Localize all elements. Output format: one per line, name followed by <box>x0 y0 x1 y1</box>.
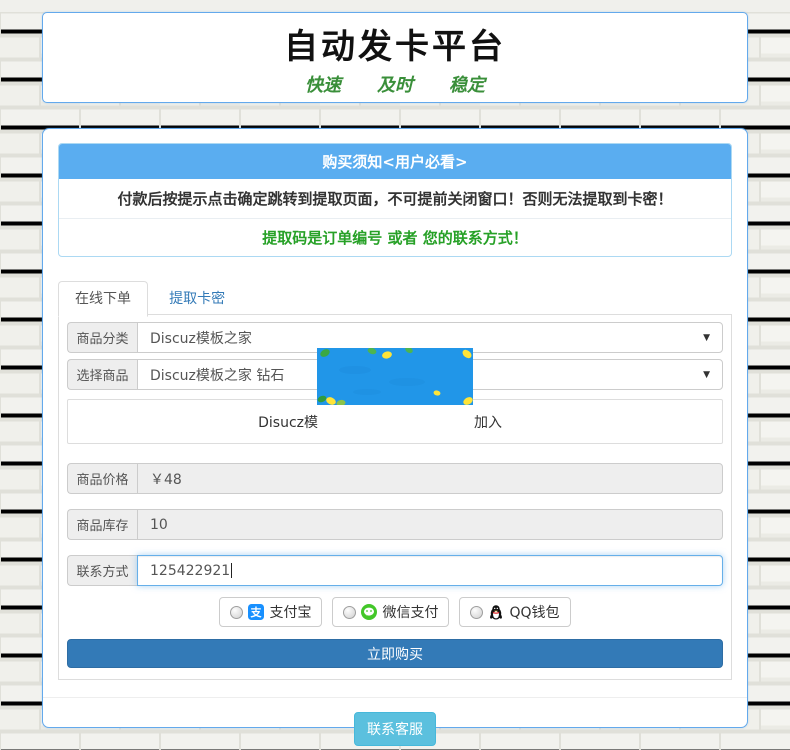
price-row: 商品价格 ￥48 <box>67 463 723 494</box>
text-cursor <box>231 563 232 578</box>
alipay-radio[interactable] <box>230 606 243 619</box>
buy-now-button[interactable]: 立即购买 <box>67 639 723 668</box>
contact-support-button[interactable]: 联系客服 <box>354 712 436 746</box>
stock-label: 商品库存 <box>67 509 137 540</box>
qq-label: QQ钱包 <box>509 602 559 622</box>
page-subtitle: 快速 及时 稳定 <box>43 71 747 97</box>
notice-line-2: 提取码是订单编号 或者 您的联系方式！ <box>59 219 731 256</box>
product-banner-image <box>317 348 473 405</box>
alipay-label: 支付宝 <box>269 602 311 622</box>
contact-input[interactable]: 125422921 <box>137 555 723 586</box>
subtitle-word: 及时 <box>377 75 413 96</box>
qq-wallet-icon <box>488 604 504 620</box>
price-value: ￥48 <box>150 469 182 489</box>
contact-value: 125422921 <box>150 563 230 579</box>
svg-text:支: 支 <box>250 605 263 619</box>
site-header: 自动发卡平台 快速 及时 稳定 <box>42 12 748 103</box>
price-label: 商品价格 <box>67 463 137 494</box>
footer-divider <box>43 697 747 698</box>
contact-row: 联系方式 125422921 <box>67 555 723 586</box>
product-selected-value: Discuz模板之家 钻石 <box>150 365 284 385</box>
subtitle-word: 稳定 <box>449 75 485 96</box>
payment-option-qq[interactable]: QQ钱包 <box>459 597 570 627</box>
product-label: 选择商品 <box>67 359 137 390</box>
chevron-down-icon: ▼ <box>703 333 710 343</box>
payment-options: 支 支付宝 微信支付 <box>67 597 723 627</box>
tab-bar: 在线下单 提取卡密 <box>58 280 732 315</box>
contact-label: 联系方式 <box>67 555 137 586</box>
notice-line-1: 付款后按提示点击确定跳转到提取页面，不可提前关闭窗口！否则无法提取到卡密！ <box>59 179 731 219</box>
purchase-notice: 购买须知<用户必看> 付款后按提示点击确定跳转到提取页面，不可提前关闭窗口！否则… <box>58 143 732 257</box>
price-field: ￥48 <box>137 463 723 494</box>
payment-option-alipay[interactable]: 支 支付宝 <box>219 597 322 627</box>
wechat-radio[interactable] <box>343 606 356 619</box>
qq-radio[interactable] <box>470 606 483 619</box>
stock-value: 10 <box>150 517 168 533</box>
page-title: 自动发卡平台 <box>43 27 747 67</box>
stock-field: 10 <box>137 509 723 540</box>
category-label: 商品分类 <box>67 322 137 353</box>
subtitle-word: 快速 <box>305 75 341 96</box>
category-selected-value: Discuz模板之家 <box>150 328 252 348</box>
tab-online-order[interactable]: 在线下单 <box>58 281 148 317</box>
chevron-down-icon: ▼ <box>703 370 710 380</box>
main-panel: 购买须知<用户必看> 付款后按提示点击确定跳转到提取页面，不可提前关闭窗口！否则… <box>42 128 748 728</box>
description-left-fragment: Disucz模 <box>68 412 318 432</box>
payment-option-wechat[interactable]: 微信支付 <box>332 597 449 627</box>
stock-row: 商品库存 10 <box>67 509 723 540</box>
wechat-pay-icon <box>361 604 377 620</box>
notice-header: 购买须知<用户必看> <box>59 144 731 179</box>
description-right-fragment: 加入 <box>474 412 502 432</box>
wechat-label: 微信支付 <box>382 602 438 622</box>
product-description-box: Disucz模 加入 <box>67 399 723 444</box>
alipay-icon: 支 <box>248 604 264 620</box>
tab-extract-card[interactable]: 提取卡密 <box>153 282 241 316</box>
